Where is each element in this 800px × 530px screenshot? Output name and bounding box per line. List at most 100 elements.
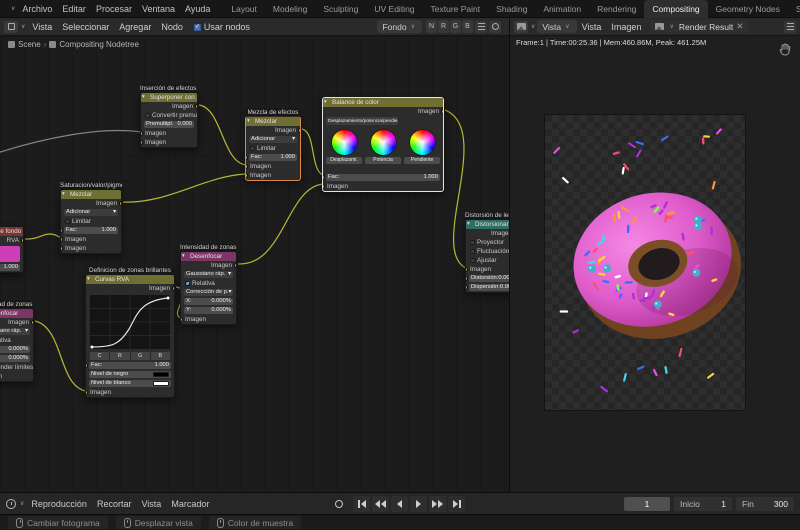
mix-effects-input-socket[interactable] bbox=[246, 173, 248, 178]
glare-blur-output-imagen[interactable]: Imagen bbox=[181, 261, 236, 270]
wheel-slider[interactable]: Pendiente bbox=[404, 157, 440, 164]
mix-effects-input-socket[interactable] bbox=[246, 164, 248, 169]
alpha-over-check-convertir-premult[interactable]: Convertir premult. bbox=[141, 111, 197, 120]
rgb-curves-swatch-nivel-de-blanco[interactable]: Nivel de blanco bbox=[86, 379, 174, 388]
menu-editar[interactable]: Editar bbox=[57, 4, 91, 14]
tab-sculpting[interactable]: Sculpting bbox=[315, 0, 366, 18]
frame-end-field[interactable]: Fin 300 bbox=[736, 496, 794, 511]
node-header[interactable]: Desenfocar bbox=[0, 309, 33, 318]
backdrop-toggle[interactable]: Fondo ∨ bbox=[377, 20, 422, 33]
wheel-potencia[interactable]: Potencia bbox=[365, 129, 401, 171]
wheel-slider[interactable]: Potencia bbox=[365, 157, 401, 164]
rgb-curves-output-socket[interactable] bbox=[172, 286, 174, 291]
curve-area[interactable] bbox=[90, 295, 170, 349]
node-header[interactable]: Mezclar bbox=[246, 117, 300, 126]
tab-scripting[interactable]: Scripting bbox=[788, 0, 800, 18]
curve-channel-c[interactable]: C bbox=[90, 352, 110, 360]
checkbox[interactable] bbox=[470, 240, 475, 245]
blur-2-check-extender-l-mites[interactable]: Extender límites bbox=[0, 363, 33, 372]
mix-effects-check-limitar[interactable]: Limitar bbox=[246, 144, 300, 153]
blur-2-slider-x[interactable]: X:0.000% bbox=[0, 345, 33, 354]
background-color-color-swatch[interactable] bbox=[0, 245, 23, 263]
play-reverse-button[interactable] bbox=[391, 496, 408, 512]
tab-compositing[interactable]: Compositing bbox=[644, 0, 708, 18]
node-menu-vista[interactable]: Vista bbox=[27, 22, 57, 32]
blur-2-output-socket[interactable] bbox=[31, 320, 33, 325]
mix-effects-output-imagen[interactable]: Imagen bbox=[246, 126, 300, 135]
lens-distortion-input-socket[interactable] bbox=[466, 267, 468, 272]
channel-r[interactable]: R bbox=[438, 20, 449, 33]
glare-blur-dropdown-gaussiano-r-p[interactable]: Gaussiano ráp. ▾ bbox=[181, 270, 236, 279]
node-color-balance[interactable]: Balance de colorImagenFórmula de corre..… bbox=[322, 97, 444, 192]
node-lens-distortion[interactable]: Distorsión de lenteDistorsionar lenteIma… bbox=[465, 212, 509, 293]
current-frame-field[interactable]: 1 bbox=[624, 496, 670, 511]
options-icon[interactable] bbox=[784, 20, 796, 33]
jump-start-button[interactable] bbox=[353, 496, 370, 512]
checkbox[interactable] bbox=[185, 280, 190, 288]
color-swatch[interactable] bbox=[153, 381, 169, 386]
color-wheel[interactable] bbox=[330, 129, 358, 156]
node-canvas[interactable]: Scene › Compositing Nodetree Inserción d… bbox=[0, 36, 509, 492]
alpha-over-input-socket[interactable] bbox=[141, 131, 143, 136]
menu-ayuda[interactable]: Ayuda bbox=[180, 4, 215, 14]
hsv-mix-input-socket[interactable] bbox=[61, 237, 63, 242]
rgb-curves-input-imagen[interactable]: Imagen bbox=[86, 388, 174, 397]
lens-distortion-check-proyector[interactable]: Proyector bbox=[466, 238, 509, 247]
color-balance-slider-fac[interactable]: Fac: 1.000 bbox=[323, 173, 443, 182]
mix-effects-input-imagen[interactable]: Imagen bbox=[246, 162, 300, 171]
lens-distortion-slider-dispersi-n[interactable]: Dispersión:0.002 bbox=[466, 283, 509, 292]
lens-distortion-output-imagen[interactable]: Imagen bbox=[466, 229, 509, 238]
curve-channel-g[interactable]: G bbox=[130, 352, 150, 360]
color-balance-output-imagen[interactable]: Imagen bbox=[323, 107, 443, 116]
background-color-output-socket[interactable] bbox=[21, 238, 23, 243]
mode-dropdown[interactable]: Vista ∨ bbox=[537, 20, 577, 33]
mix-effects-dropdown-adicionar[interactable]: Adicionar ▾ bbox=[246, 135, 300, 144]
menu-procesar[interactable]: Procesar bbox=[91, 4, 137, 14]
color-wheel[interactable] bbox=[369, 129, 397, 156]
tab-layout[interactable]: Layout bbox=[223, 0, 265, 18]
node-menu-seleccionar[interactable]: Seleccionar bbox=[57, 22, 114, 32]
tab-uv-editing[interactable]: UV Editing bbox=[366, 0, 422, 18]
glare-blur-input-imagen[interactable]: Imagen bbox=[181, 315, 236, 324]
blur-2-dropdown-gaussiano-r-p[interactable]: Gaussiano ráp.▾ bbox=[0, 327, 33, 336]
tab-shading[interactable]: Shading bbox=[488, 0, 535, 18]
node-header[interactable]: Superponer con alfa bbox=[141, 93, 197, 102]
mix-effects-output-socket[interactable] bbox=[298, 128, 300, 133]
timeline-menu-recortar[interactable]: Recortar bbox=[92, 499, 137, 509]
wheel-pendiente[interactable]: Pendiente bbox=[404, 129, 440, 171]
rgb-curves-channel-buttons[interactable]: CRGB bbox=[86, 351, 174, 361]
image-menu-vista[interactable]: Vista bbox=[577, 22, 607, 32]
node-background-color[interactable]: Color de fondoRVA Alfa:1.000 bbox=[0, 226, 24, 273]
editor-type-button[interactable] bbox=[4, 20, 18, 33]
wheel-desplazami[interactable]: Desplazami. bbox=[326, 129, 362, 171]
node-rgb-curves[interactable]: Definicion de zonas brillantesCurvas RVA… bbox=[85, 267, 175, 398]
node-glare-blur[interactable]: Intensidad de zonas BrillantesDesenfocar… bbox=[180, 244, 237, 325]
lens-distortion-check-fluctuaci-n[interactable]: Fluctuación bbox=[466, 247, 509, 256]
alpha-over-input-imagen[interactable]: Imagen bbox=[141, 129, 197, 138]
hsv-mix-input-socket[interactable] bbox=[61, 246, 63, 251]
next-keyframe-button[interactable] bbox=[429, 496, 446, 512]
color-swatch[interactable] bbox=[153, 372, 169, 377]
curve-channel-r[interactable]: R bbox=[110, 352, 130, 360]
pan-hand-icon[interactable] bbox=[778, 42, 792, 61]
node-header[interactable]: Balance de color bbox=[323, 98, 443, 107]
hsv-mix-slider-fac[interactable]: Fac: 1.000 bbox=[61, 226, 121, 235]
color-balance-input-imagen[interactable]: Imagen bbox=[323, 182, 443, 191]
node-header[interactable]: Color de fondo bbox=[0, 227, 23, 236]
timeline-menu-marcador[interactable]: Marcador bbox=[166, 499, 214, 509]
node-mix-effects[interactable]: Mezcla de efectosMezclarImagenAdicionar▾… bbox=[245, 109, 301, 181]
node-menu-nodo[interactable]: Nodo bbox=[156, 22, 188, 32]
checkbox[interactable] bbox=[470, 249, 475, 254]
image-menu-imagen[interactable]: Imagen bbox=[606, 22, 646, 32]
timeline-menu-vista[interactable]: Vista bbox=[136, 499, 166, 509]
glare-blur-slider-y[interactable]: Y: 0.000% bbox=[181, 306, 236, 315]
tab-geometry-nodes[interactable]: Geometry Nodes bbox=[708, 0, 788, 18]
rgb-curves-output-imagen[interactable]: Imagen bbox=[86, 284, 174, 293]
lens-distortion-slider-distorsi-n[interactable]: Distorsión:0.000 bbox=[466, 274, 509, 283]
lens-distortion-input-socket[interactable] bbox=[466, 285, 468, 290]
alpha-over-output-imagen[interactable]: Imagen bbox=[141, 102, 197, 111]
glare-blur-slider-x[interactable]: X: 0.000% bbox=[181, 297, 236, 306]
tab-animation[interactable]: Animation bbox=[535, 0, 589, 18]
mix-effects-input-socket[interactable] bbox=[246, 155, 248, 160]
color-balance-color-wheels[interactable]: Desplazami. Potencia Pendiente bbox=[323, 127, 443, 173]
